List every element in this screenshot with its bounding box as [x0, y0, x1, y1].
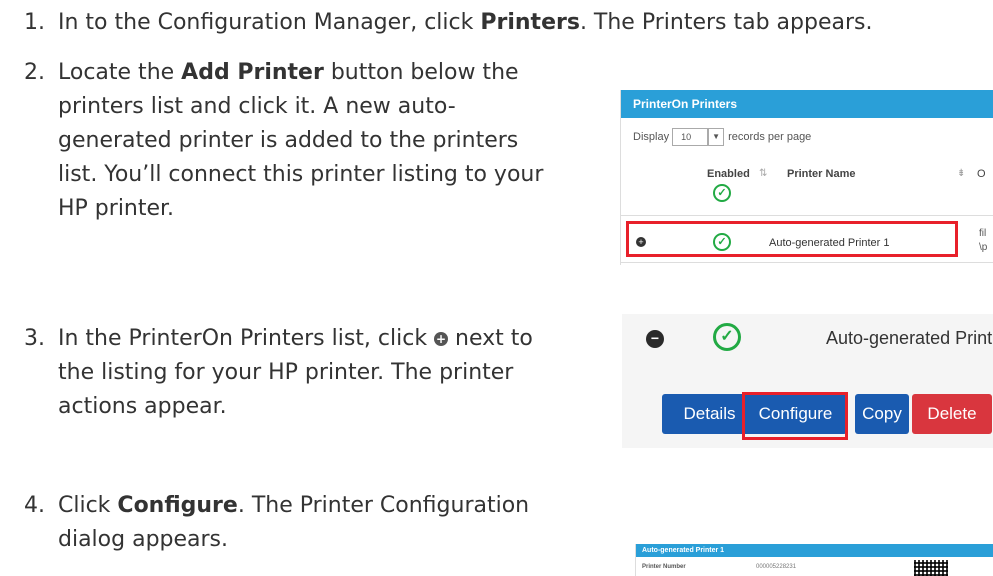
step-1-text-a: In to the Configuration Manager, click [58, 10, 481, 35]
page-size-control: Display 10 ▼ records per page [633, 128, 811, 146]
check-circle-icon[interactable]: ✓ [713, 323, 741, 351]
col-header-printer-name[interactable]: Printer Name [787, 168, 855, 180]
printers-list-screenshot: PrinterOn Printers Display 10 ▼ records pe… [620, 90, 993, 265]
step-2-line-3: generated printer is added to the printe… [58, 128, 519, 153]
sort-icon[interactable]: ⇟ [957, 168, 965, 179]
sort-icon[interactable]: ⇅ [759, 168, 767, 179]
step-4-text-a: Click [58, 493, 118, 518]
col-header-truncated[interactable]: O [977, 168, 986, 180]
highlight-box [626, 221, 958, 257]
step-2-text-b: button below the [323, 60, 519, 85]
panel-title: PrinterOn Printers [633, 97, 738, 111]
col-header-enabled[interactable]: Enabled [707, 168, 750, 180]
step-3: 3. In the PrinterOn Printers list, click… [24, 322, 533, 419]
dialog-header: Auto-generated Printer 1 [636, 544, 993, 557]
step-3-text-b: next to [448, 326, 533, 351]
printer-configuration-screenshot: Auto-generated Printer 1 Printer Number … [635, 544, 993, 576]
step-number: 4. [24, 493, 45, 518]
check-circle-icon: ✓ [713, 184, 731, 202]
printer-number-value: 000005228231 [756, 564, 797, 570]
printer-number-label: Printer Number [642, 564, 686, 570]
step-4-line-2: dialog appears. [58, 527, 229, 552]
copy-button[interactable]: Copy [855, 394, 909, 434]
plus-circle-icon: + [434, 332, 449, 346]
delete-button[interactable]: Delete [912, 394, 992, 434]
dropdown-arrow-icon[interactable]: ▼ [708, 128, 725, 146]
step-number: 1. [24, 10, 45, 35]
page-size-select[interactable]: 10 [672, 128, 709, 146]
display-label: Display [633, 130, 670, 143]
divider [621, 262, 993, 263]
step-2-bold: Add Printer [181, 60, 324, 85]
panel-header: PrinterOn Printers [621, 90, 993, 118]
step-4: 4. Click Configure. The Printer Configur… [24, 489, 529, 552]
step-2-line-4: list. You’ll connect this printer listin… [58, 162, 544, 187]
qr-code-icon [914, 560, 948, 576]
step-1-text-b: . The Printers tab appears. [579, 10, 873, 35]
minus-circle-icon[interactable]: − [646, 330, 664, 348]
divider [621, 215, 993, 216]
step-1: 1. In to the Configuration Manager, click… [24, 6, 872, 40]
step-4-text-b: . The Printer Configuration [237, 493, 530, 518]
highlight-box [742, 392, 848, 440]
step-2: 2. Locate the Add Printer button below t… [24, 56, 543, 221]
step-number: 3. [24, 326, 45, 351]
printer-name[interactable]: Auto-generated Print [826, 328, 992, 349]
step-1-bold: Printers [480, 10, 580, 35]
step-3-line-3: actions appear. [58, 394, 227, 419]
step-4-bold: Configure [117, 493, 238, 518]
step-3-text-a: In the PrinterOn Printers list, click [58, 326, 435, 351]
row-truncated-text: fil [979, 228, 987, 239]
step-2-line-5: HP printer. [58, 196, 175, 221]
step-number: 2. [24, 60, 45, 85]
step-2-line-2: printers list and click it. A new auto- [58, 94, 456, 119]
step-2-text-a: Locate the [58, 60, 182, 85]
records-label: records per page [728, 130, 812, 143]
printer-actions-screenshot: − ✓ Auto-generated Print Details Configu… [622, 314, 993, 448]
step-3-line-2: the listing for your HP printer. The pri… [58, 360, 514, 385]
row-truncated-text: \p [979, 242, 988, 253]
